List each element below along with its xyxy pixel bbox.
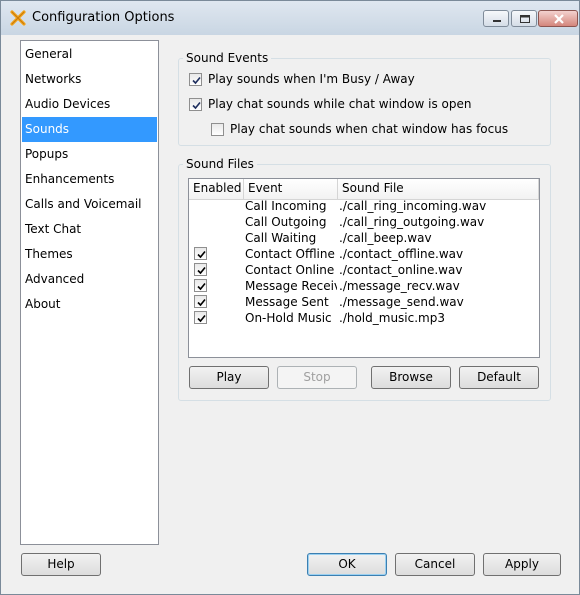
sidebar-item-networks[interactable]: Networks: [22, 67, 157, 92]
window-title: Configuration Options: [32, 10, 175, 25]
list-item[interactable]: Message Received ./message_recv.wav: [189, 278, 539, 294]
event-name: Message Received: [245, 279, 337, 293]
stop-button[interactable]: Stop: [277, 366, 357, 389]
checkmark-icon: [197, 282, 206, 291]
sound-file-path: ./message_recv.wav: [339, 279, 460, 293]
event-name: On-Hold Music: [245, 311, 332, 325]
sidebar-item-themes[interactable]: Themes: [22, 242, 157, 267]
close-icon: [554, 14, 564, 24]
enabled-checkbox[interactable]: [194, 263, 207, 276]
help-button[interactable]: Help: [21, 553, 101, 576]
chat-window-focus-label: Play chat sounds when chat window has fo…: [230, 122, 509, 136]
list-item[interactable]: Call Outgoing ./call_ring_outgoing.wav: [189, 214, 539, 230]
sound-file-path: ./message_send.wav: [339, 295, 464, 309]
list-header: Enabled Event Sound File: [189, 179, 539, 200]
column-header-event[interactable]: Event: [244, 179, 338, 199]
play-button[interactable]: Play: [189, 366, 269, 389]
enabled-checkbox[interactable]: [194, 311, 207, 324]
chat-window-focus-checkbox[interactable]: [211, 123, 224, 136]
minimize-button[interactable]: [483, 10, 509, 27]
chat-window-open-checkbox[interactable]: [189, 98, 202, 111]
checkmark-icon: [197, 266, 206, 275]
event-name: Call Incoming: [245, 199, 327, 213]
list-item[interactable]: Message Sent ./message_send.wav: [189, 294, 539, 310]
checkmark-icon: [192, 101, 201, 110]
chat-window-open-label: Play chat sounds while chat window is op…: [208, 97, 472, 111]
sidebar-item-enhancements[interactable]: Enhancements: [22, 167, 157, 192]
title-bar[interactable]: Configuration Options: [1, 1, 579, 35]
list-item[interactable]: On-Hold Music ./hold_music.mp3: [189, 310, 539, 326]
sidebar-item-calls-voicemail[interactable]: Calls and Voicemail: [22, 192, 157, 217]
sound-file-path: ./call_beep.wav: [339, 231, 432, 245]
event-name: Contact Offline: [245, 247, 335, 261]
busy-away-checkbox[interactable]: [189, 73, 202, 86]
close-button[interactable]: [538, 10, 578, 27]
cancel-button[interactable]: Cancel: [395, 553, 475, 576]
apply-button[interactable]: Apply: [483, 553, 561, 576]
ok-button[interactable]: OK: [307, 553, 387, 576]
sidebar-item-text-chat[interactable]: Text Chat: [22, 217, 157, 242]
sound-file-path: ./contact_online.wav: [339, 263, 463, 277]
checkmark-icon: [197, 250, 206, 259]
event-name: Message Sent: [245, 295, 329, 309]
minimize-icon: [493, 20, 501, 22]
list-item[interactable]: Call Incoming ./call_ring_incoming.wav: [189, 198, 539, 214]
event-name: Call Waiting: [245, 231, 317, 245]
list-item[interactable]: Contact Offline ./contact_offline.wav: [189, 246, 539, 262]
browse-button[interactable]: Browse: [371, 366, 451, 389]
sidebar-item-sounds[interactable]: Sounds: [22, 117, 157, 142]
sidebar-item-popups[interactable]: Popups: [22, 142, 157, 167]
sidebar-item-about[interactable]: About: [22, 292, 157, 317]
sidebar-item-general[interactable]: General: [22, 42, 157, 67]
maximize-icon: [520, 15, 530, 23]
checkmark-icon: [192, 76, 201, 85]
sound-events-title: Sound Events: [183, 51, 272, 65]
checkmark-icon: [197, 314, 206, 323]
list-item[interactable]: Contact Online ./contact_online.wav: [189, 262, 539, 278]
sidebar-item-audio-devices[interactable]: Audio Devices: [22, 92, 157, 117]
sound-file-path: ./contact_offline.wav: [339, 247, 464, 261]
default-button[interactable]: Default: [459, 366, 539, 389]
sound-file-path: ./hold_music.mp3: [339, 311, 445, 325]
event-name: Contact Online: [245, 263, 335, 277]
enabled-checkbox[interactable]: [194, 295, 207, 308]
sound-file-path: ./call_ring_incoming.wav: [339, 199, 487, 213]
checkmark-icon: [197, 298, 206, 307]
busy-away-label: Play sounds when I'm Busy / Away: [208, 72, 415, 86]
maximize-button[interactable]: [511, 10, 537, 27]
configuration-window: Configuration Options General Networks A…: [0, 0, 580, 595]
event-name: Call Outgoing: [245, 215, 327, 229]
enabled-checkbox[interactable]: [194, 247, 207, 260]
enabled-checkbox[interactable]: [194, 279, 207, 292]
column-header-enabled[interactable]: Enabled: [189, 179, 244, 199]
sidebar-nav: General Networks Audio Devices Sounds Po…: [20, 40, 159, 545]
column-header-sound-file[interactable]: Sound File: [338, 179, 539, 199]
sound-files-title: Sound Files: [183, 157, 257, 171]
app-logo-icon: [9, 9, 27, 27]
sound-files-list[interactable]: Enabled Event Sound File Call Incoming .…: [188, 178, 540, 358]
list-item[interactable]: Call Waiting ./call_beep.wav: [189, 230, 539, 246]
sidebar-item-advanced[interactable]: Advanced: [22, 267, 157, 292]
sound-file-path: ./call_ring_outgoing.wav: [339, 215, 485, 229]
